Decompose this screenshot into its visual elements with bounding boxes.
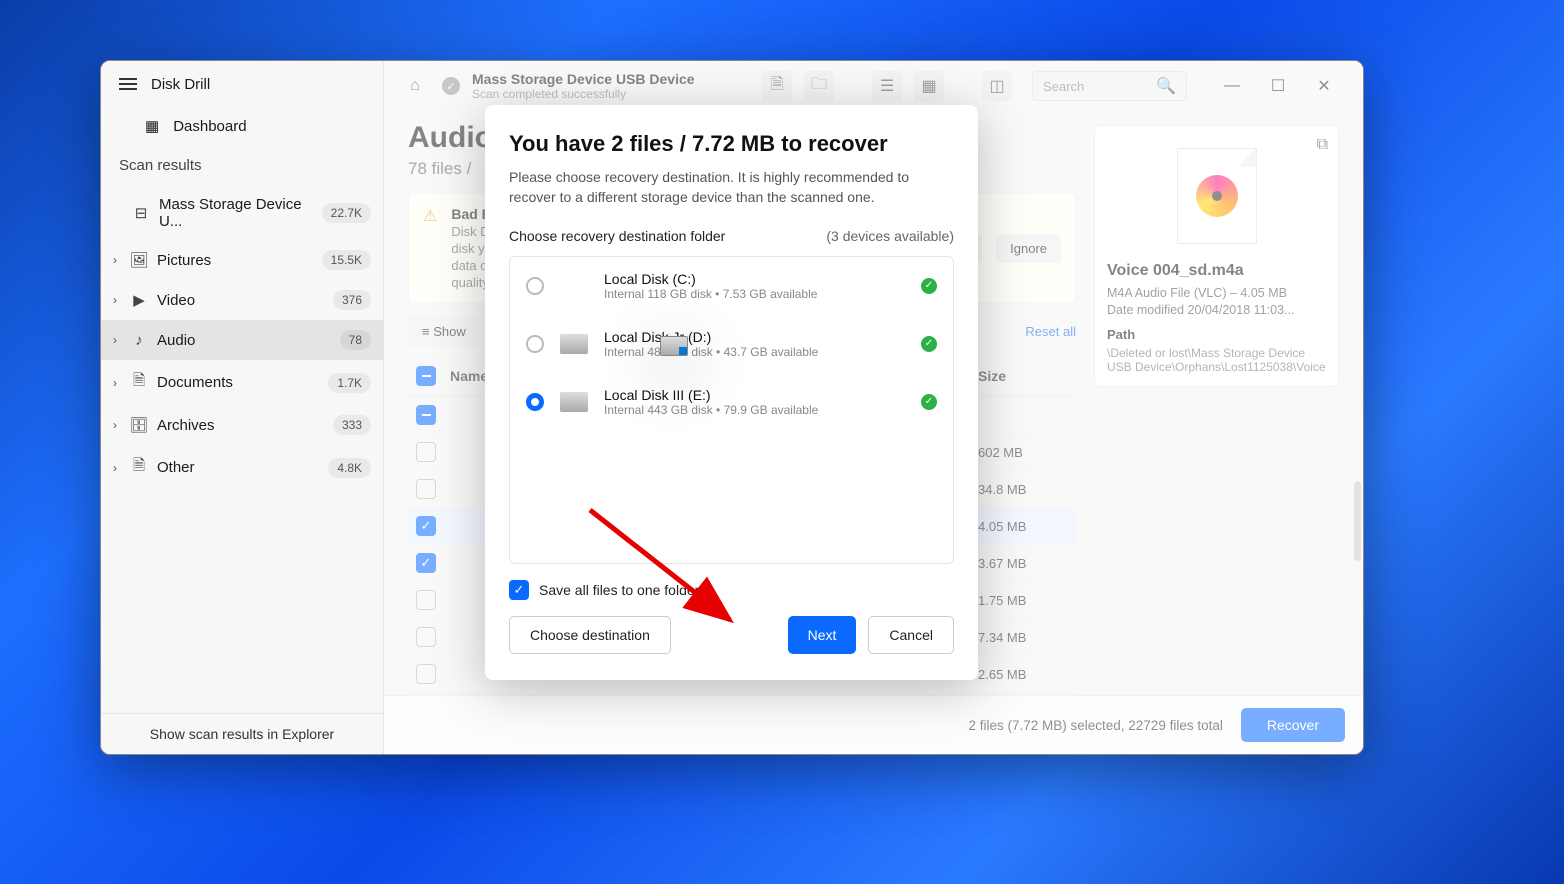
dashboard-link[interactable]: ▦ Dashboard	[101, 107, 383, 145]
choose-destination-button[interactable]: Choose destination	[509, 616, 671, 654]
show-in-explorer-button[interactable]: Show scan results in Explorer	[101, 713, 383, 754]
category-pictures[interactable]: ›🖼Pictures15.5K	[101, 240, 383, 280]
destination-option[interactable]: Local Disk Jr (D:)Internal 487 GB disk •…	[510, 315, 953, 373]
modal-description: Please choose recovery destination. It i…	[509, 167, 954, 208]
sidebar: Disk Drill ▦ Dashboard Scan results ⊟ Ma…	[101, 61, 384, 754]
category-audio[interactable]: ›♪Audio78	[101, 320, 383, 360]
modal-title: You have 2 files / 7.72 MB to recover	[509, 131, 954, 157]
scan-results-header: Scan results	[101, 145, 383, 186]
destination-option[interactable]: Local Disk (C:)Internal 118 GB disk • 7.…	[510, 257, 953, 315]
drive-icon	[560, 392, 588, 412]
category-other[interactable]: ›🗎Other4.8K	[101, 445, 383, 490]
cancel-button[interactable]: Cancel	[868, 616, 954, 654]
save-all-checkbox[interactable]	[509, 580, 529, 600]
grid-icon: ▦	[145, 117, 159, 135]
app-title: Disk Drill	[151, 76, 210, 93]
category-documents[interactable]: ›🗎Documents1.7K	[101, 360, 383, 405]
radio-button[interactable]	[526, 277, 544, 295]
drive-icon	[660, 336, 688, 356]
check-icon: ✓	[921, 336, 937, 352]
next-button[interactable]: Next	[788, 616, 857, 654]
radio-button[interactable]	[526, 335, 544, 353]
destination-option[interactable]: Local Disk III (E:)Internal 443 GB disk …	[510, 373, 953, 431]
category-video[interactable]: ›▶Video376	[101, 280, 383, 320]
recovery-modal: You have 2 files / 7.72 MB to recover Pl…	[485, 105, 978, 680]
check-icon: ✓	[921, 394, 937, 410]
destination-list: Local Disk (C:)Internal 118 GB disk • 7.…	[509, 256, 954, 564]
category-archives[interactable]: ›🗄Archives333	[101, 405, 383, 445]
radio-button[interactable]	[526, 393, 544, 411]
drive-icon	[560, 334, 588, 354]
drive-icon: ⊟	[129, 204, 153, 222]
device-item[interactable]: ⊟ Mass Storage Device U... 22.7K	[101, 186, 383, 240]
check-icon: ✓	[921, 278, 937, 294]
menu-icon[interactable]	[119, 75, 137, 93]
